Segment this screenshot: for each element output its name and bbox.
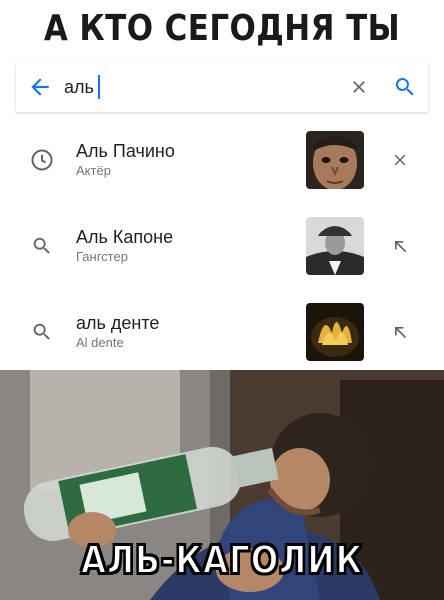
history-clock-icon: [31, 149, 53, 171]
suggestion-subtitle: Al dente: [76, 335, 124, 350]
search-button[interactable]: [382, 62, 428, 112]
clear-button[interactable]: [336, 62, 382, 112]
suggestion-title: Аль Капоне: [76, 227, 174, 247]
search-icon: [33, 237, 50, 254]
suggestion-subtitle: Актёр: [76, 163, 111, 178]
search-bar: аль: [16, 62, 428, 112]
fill-query-button[interactable]: [378, 322, 422, 342]
search-icon: [33, 323, 50, 340]
meme-bottom-caption: АЛЬ-КАГОЛИК: [80, 537, 364, 583]
suggestion-thumbnail: [306, 303, 364, 361]
suggestion-thumbnail: [306, 217, 364, 275]
suggestion-title: Аль Пачино: [76, 141, 175, 161]
arrow-left-icon: [31, 78, 49, 96]
fill-arrow-icon: [395, 327, 407, 339]
remove-suggestion-button[interactable]: [378, 151, 422, 169]
remove-x-icon: [394, 154, 406, 166]
search-icon: [395, 78, 414, 96]
close-icon: [353, 81, 365, 93]
suggestion-item[interactable]: аль денте Al dente: [16, 292, 428, 372]
suggestion-item[interactable]: Аль Капоне Гангстер: [16, 206, 428, 286]
suggestion-list: Аль Пачино Актёр Аль Капоне Гангстер аль…: [16, 116, 428, 366]
meme-top-caption: А КТО СЕГОДНЯ ТЫ: [43, 7, 401, 49]
search-input[interactable]: аль: [64, 75, 336, 99]
text-cursor: [97, 75, 100, 99]
fill-query-button[interactable]: [378, 236, 422, 256]
suggestion-thumbnail: [306, 131, 364, 189]
fill-arrow-icon: [395, 241, 407, 253]
suggestion-subtitle: Гангстер: [76, 249, 128, 264]
suggestion-item[interactable]: Аль Пачино Актёр: [16, 120, 428, 200]
back-button[interactable]: [16, 62, 64, 112]
search-query-text: аль: [64, 76, 94, 97]
suggestion-title: аль денте: [76, 313, 160, 333]
